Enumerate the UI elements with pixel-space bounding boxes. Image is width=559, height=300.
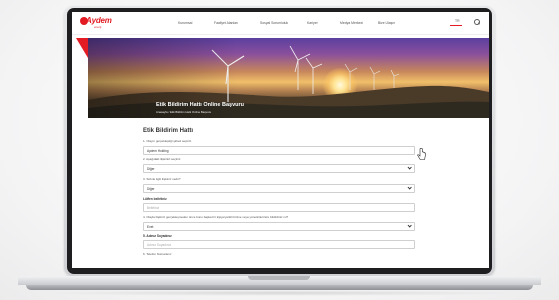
- relationship-select[interactable]: Diğer: [143, 164, 415, 173]
- prior-report-select[interactable]: Evet: [143, 222, 415, 231]
- prior-report-select-value: Evet: [147, 224, 154, 229]
- hero-corner-accent: [76, 38, 88, 58]
- search-icon-handle: [478, 22, 480, 25]
- name-input-placeholder: Adınız Soyadınız: [147, 242, 172, 247]
- site-header: Aydem enerji Kurumsal Faaliyet Alanları …: [72, 12, 489, 35]
- question-4-label: 4. Olayla ilişkiniz gerçekleşmeden önce …: [143, 215, 289, 219]
- breadcrumb[interactable]: Anasayfa / Etik Bildirim Hattı Online Ba…: [156, 110, 211, 114]
- laptop-screen: Aydem enerji Kurumsal Faaliyet Alanları …: [72, 12, 489, 268]
- question-1-label: 1. Olayın gerçekleştiği şirketi seçiniz.: [143, 139, 193, 143]
- brand-logo[interactable]: Aydem enerji: [80, 16, 112, 30]
- laptop-base-bottom: [26, 285, 533, 290]
- relation-type-select[interactable]: Diğer: [143, 184, 415, 193]
- language-underline: [450, 25, 462, 26]
- language-selector[interactable]: TR: [455, 19, 460, 23]
- hero-banner: [88, 38, 489, 118]
- nav-item-sosyal-sorumluluk[interactable]: Sosyal Sorumluluk: [260, 21, 288, 25]
- question-6-label: 6. Telefon Numaranız: [143, 252, 172, 256]
- relationship-select-value: Diğer: [147, 166, 155, 171]
- mouse-pointer-icon: [417, 148, 426, 160]
- detail-input[interactable]: Belirtiniz: [143, 203, 415, 212]
- question-5-label: 5. Adınız Soyadınız: [143, 234, 172, 238]
- laptop-shadow: [40, 290, 520, 296]
- company-input-value: Aydem Holding: [147, 148, 169, 153]
- form-title: Etik Bildirim Hattı: [143, 128, 194, 134]
- brand-sub: enerji: [94, 25, 102, 29]
- nav-item-faaliyet-alanlari[interactable]: Faaliyet Alanları: [214, 21, 238, 25]
- company-input[interactable]: Aydem Holding: [143, 146, 415, 155]
- nav-item-kariyer[interactable]: Kariyer: [307, 21, 318, 25]
- question-3-label: 3. Sizinle ilgili ilişkiniz nedir?: [143, 177, 181, 181]
- hero-title: Etik Bildirim Hattı Online Başvuru: [156, 102, 245, 108]
- laptop-notch: [248, 276, 310, 280]
- brand-name: Aydem: [86, 16, 112, 25]
- detail-label: Lütfen belirtiniz: [143, 197, 167, 201]
- nav-item-bize-ulasin[interactable]: Bize Ulaşın: [378, 21, 395, 25]
- relation-type-select-value: Diğer: [147, 186, 155, 191]
- nav-item-kurumsal[interactable]: Kurumsal: [178, 21, 192, 25]
- nav-item-medya-merkezi[interactable]: Medya Merkezi: [340, 21, 363, 25]
- name-input[interactable]: Adınız Soyadınız: [143, 240, 415, 249]
- chevron-down-icon: [406, 165, 412, 171]
- chevron-down-icon: [406, 185, 412, 191]
- chevron-down-icon: [406, 223, 412, 229]
- detail-input-placeholder: Belirtiniz: [147, 205, 160, 210]
- question-2-label: 2. Aşağıdaki ilişkinizi seçiniz.: [143, 157, 182, 161]
